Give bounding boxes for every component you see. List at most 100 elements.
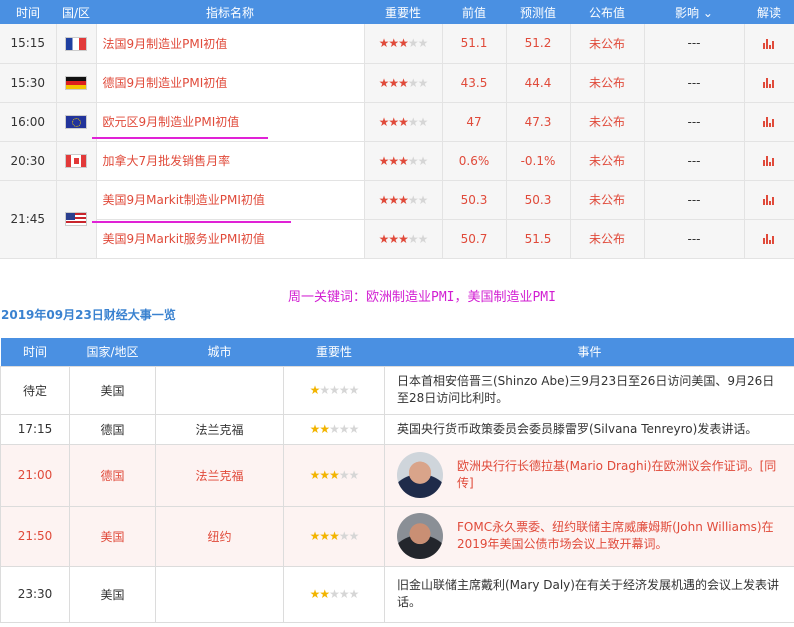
analysis-button[interactable]	[744, 141, 794, 181]
forecast-value: 51.2	[506, 24, 571, 64]
impact-filter[interactable]: 影响 ⌄	[644, 0, 744, 24]
event-country: 德国	[69, 443, 156, 507]
forecast-value: 51.5	[506, 219, 571, 259]
importance-stars: ★★★★★	[364, 141, 443, 181]
importance-stars: ★★★★★	[283, 505, 385, 567]
event-row: 21:50 美国 纽约 ★★★★★ FOMC永久票委、纽约联储主席威廉姆斯(John W…	[0, 505, 794, 567]
actual-value: 未公布	[570, 63, 645, 103]
analysis-button[interactable]	[744, 24, 794, 64]
event-text: 英国央行货币政策委员会委员滕雷罗(Silvana Tenreyro)发表讲话。	[397, 421, 758, 436]
indicator-row: 21:45 美国9月Markit制造业PMI初值 ★★★★★ 50.3 50.3 未公布 -…	[0, 180, 794, 259]
indicator-name[interactable]: 加拿大7月批发销售月率	[96, 141, 365, 181]
bar-chart-icon	[763, 234, 775, 244]
previous-value: 51.1	[442, 24, 507, 64]
event-text: 旧金山联储主席戴利(Mary Daly)在有关于经济发展机遇的会议上发表讲话。	[397, 578, 779, 609]
event-country: 美国	[69, 505, 156, 567]
impact-value: ---	[644, 141, 745, 181]
eu-flag-icon	[65, 114, 87, 129]
impact-value: ---	[644, 24, 745, 64]
event-cell: 旧金山联储主席戴利(Mary Daly)在有关于经济发展机遇的会议上发表讲话。	[384, 565, 794, 623]
col-analysis: 解读	[744, 0, 794, 24]
importance-stars: ★★★★★	[364, 24, 443, 64]
event-country: 美国	[69, 565, 156, 623]
event-city: 法兰克福	[155, 413, 284, 445]
bar-chart-icon	[763, 38, 775, 49]
speaker-avatar	[397, 513, 443, 559]
actual-value: 未公布	[570, 141, 645, 181]
importance-stars: ★★★★★	[364, 63, 443, 103]
event-row: 23:30 美国 ★★★★★ 旧金山联储主席戴利(Mary Daly)在有关于经济发展…	[0, 565, 794, 623]
event-row: 待定 美国 ★★★★★ 日本首相安倍晋三(Shinzo Abe)三9月23日至26日访…	[0, 365, 794, 415]
analysis-button[interactable]	[744, 63, 794, 103]
actual-value: 未公布	[570, 102, 645, 142]
col-time: 时间	[0, 338, 70, 366]
forecast-value: 47.3	[506, 102, 571, 142]
analysis-button[interactable]	[744, 219, 794, 259]
release-time: 15:30	[0, 63, 57, 103]
highlight-underline	[92, 137, 268, 139]
event-row: 21:00 德国 法兰克福 ★★★★★ 欧洲央行行长德拉基(Mario Draghi)在…	[0, 443, 794, 507]
country-cell	[56, 24, 97, 64]
analysis-button[interactable]	[744, 180, 794, 220]
event-cell: 英国央行货币政策委员会委员滕雷罗(Silvana Tenreyro)发表讲话。	[384, 413, 794, 445]
event-time: 待定	[0, 365, 70, 415]
event-text: 欧洲央行行长德拉基(Mario Draghi)在欧洲议会作证词。[同传]	[457, 459, 777, 490]
col-indicator: 指标名称	[96, 0, 364, 24]
importance-stars: ★★★★★	[283, 413, 385, 445]
event-city: 纽约	[155, 505, 284, 567]
event-text: FOMC永久票委、纽约联储主席威廉姆斯(John Williams)在2019年…	[457, 520, 774, 551]
importance-stars: ★★★★★	[283, 365, 385, 415]
indicator-name[interactable]: 德国9月制造业PMI初值	[96, 63, 365, 103]
importance-stars: ★★★★★	[364, 219, 443, 259]
france-flag-icon	[65, 36, 87, 51]
event-time: 21:50	[0, 505, 70, 567]
indicator-name[interactable]: 美国9月Markit制造业PMI初值	[96, 180, 365, 220]
release-time: 15:15	[0, 24, 57, 64]
analysis-button[interactable]	[744, 102, 794, 142]
indicator-row: 美国9月Markit服务业PMI初值 ★★★★★ 50.7 51.5 未公布 ---	[0, 219, 794, 259]
release-time: 16:00	[0, 102, 57, 142]
event-country: 美国	[69, 365, 156, 415]
col-actual: 公布值	[570, 0, 644, 24]
previous-value: 50.7	[442, 219, 507, 259]
event-time: 23:30	[0, 565, 70, 623]
events-table-header: 时间 国家/地区 城市 重要性 事件	[0, 338, 794, 366]
col-time: 时间	[0, 0, 56, 24]
indicator-row: 20:30 加拿大7月批发销售月率 ★★★★★ 0.6% -0.1% 未公布 ---	[0, 141, 794, 181]
bar-chart-icon	[763, 156, 775, 166]
event-cell: 欧洲央行行长德拉基(Mario Draghi)在欧洲议会作证词。[同传]	[384, 443, 794, 507]
importance-stars: ★★★★★	[364, 180, 443, 220]
actual-value: 未公布	[570, 219, 645, 259]
bar-chart-icon	[763, 78, 775, 88]
col-importance: 重要性	[364, 0, 442, 24]
release-time: 20:30	[0, 141, 57, 181]
col-city: 城市	[155, 338, 284, 366]
indicator-name[interactable]: 美国9月Markit服务业PMI初值	[96, 219, 365, 259]
canada-flag-icon	[65, 153, 87, 168]
indicator-row: 15:15 法国9月制造业PMI初值 ★★★★★ 51.1 51.2 未公布 ---	[0, 24, 794, 64]
event-city: 法兰克福	[155, 443, 284, 507]
events-table: 时间 国家/地区 城市 重要性 事件 待定 美国 ★★★★★ 日本首相安倍晋三(Shi…	[0, 338, 794, 623]
impact-value: ---	[644, 180, 745, 220]
col-forecast: 预测值	[506, 0, 570, 24]
col-importance: 重要性	[283, 338, 385, 366]
col-event: 事件	[384, 338, 794, 366]
event-country: 德国	[69, 413, 156, 445]
event-text: 日本首相安倍晋三(Shinzo Abe)三9月23日至26日访问美国、9月26日…	[397, 374, 775, 405]
us-flag-icon	[65, 212, 87, 227]
previous-value: 43.5	[442, 63, 507, 103]
release-time: 21:45	[0, 180, 57, 259]
events-date-title[interactable]: 2019年09月23日财经大事一览	[1, 306, 176, 323]
impact-value: ---	[644, 63, 745, 103]
col-previous: 前值	[442, 0, 506, 24]
indicator-table-header: 时间 国/区 指标名称 重要性 前值 预测值 公布值 影响 ⌄ 解读	[0, 0, 794, 24]
event-cell: FOMC永久票委、纽约联储主席威廉姆斯(John Williams)在2019年…	[384, 505, 794, 567]
event-city	[155, 365, 284, 415]
forecast-value: 50.3	[506, 180, 571, 220]
indicator-row: 16:00 欧元区9月制造业PMI初值 ★★★★★ 47 47.3 未公布 ---	[0, 102, 794, 142]
impact-value: ---	[644, 219, 745, 259]
col-impact: 影响	[675, 5, 700, 20]
indicator-name[interactable]: 法国9月制造业PMI初值	[96, 24, 365, 64]
indicator-name[interactable]: 欧元区9月制造业PMI初值	[96, 102, 365, 142]
indicator-table: 时间 国/区 指标名称 重要性 前值 预测值 公布值 影响 ⌄ 解读 15:15…	[0, 0, 794, 259]
